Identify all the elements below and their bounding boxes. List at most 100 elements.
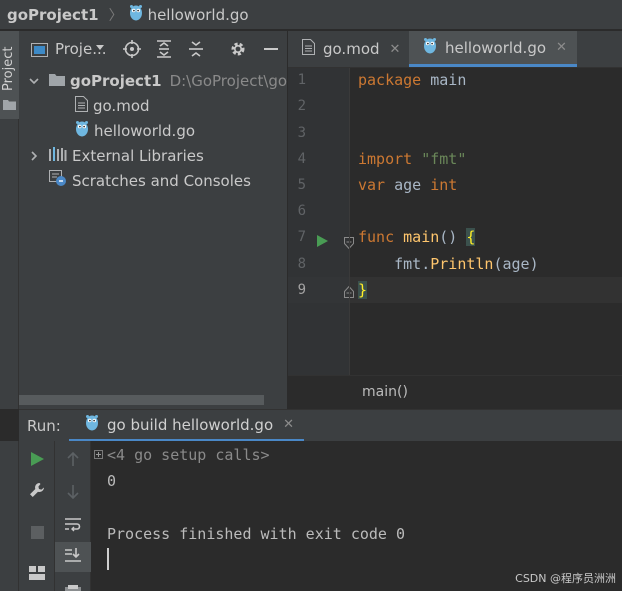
line-number: 3 <box>297 125 306 141</box>
hide-icon[interactable] <box>262 40 280 58</box>
scroll-to-end-button[interactable] <box>55 542 91 572</box>
run-gutter-icon[interactable] <box>317 232 328 251</box>
gopher-icon <box>75 120 89 141</box>
play-icon <box>30 451 44 470</box>
line-number: 5 <box>297 177 306 193</box>
tree-item-scratches[interactable]: Scratches and Consoles <box>49 168 251 193</box>
file-icon <box>302 39 315 59</box>
breadcrumb-project[interactable]: goProject1 <box>0 6 99 24</box>
package-ref: fmt <box>394 255 422 273</box>
dot: . <box>421 255 431 273</box>
line-number: 9 <box>297 282 306 298</box>
parens: () <box>439 228 467 246</box>
tree-item-go-mod[interactable]: go.mod <box>75 93 150 118</box>
editor-tab-bar: go.mod ✕ helloworld.go ✕ <box>288 31 622 68</box>
tree-item-external-libraries[interactable]: External Libraries <box>29 143 204 168</box>
line-number: 8 <box>297 256 306 272</box>
function-breadcrumb[interactable]: main() <box>362 384 408 400</box>
current-line-highlight <box>350 277 622 303</box>
breadcrumb-file[interactable]: helloworld.go <box>148 6 249 24</box>
arguments: (age) <box>493 255 539 273</box>
code-line-8[interactable]: fmt.Println(age) <box>358 255 539 273</box>
close-icon[interactable]: ✕ <box>556 40 567 55</box>
line-number-gutter <box>288 68 350 375</box>
chevron-down-icon[interactable] <box>29 72 41 90</box>
horizontal-scrollbar[interactable] <box>19 395 264 405</box>
function-name: main <box>403 228 440 246</box>
tab-go-mod[interactable]: go.mod ✕ <box>288 31 408 67</box>
tree-root-row[interactable]: goProject1 D:\GoProject\goP <box>29 68 296 93</box>
chevron-down-icon[interactable] <box>96 45 104 50</box>
scroll-down-button[interactable] <box>55 478 91 508</box>
keyword: import <box>358 150 413 168</box>
matched-brace: { <box>466 228 476 246</box>
gopher-icon <box>85 414 99 435</box>
gopher-icon <box>423 37 437 58</box>
run-toolbar-secondary <box>55 441 91 591</box>
code-line-1[interactable]: package main <box>358 71 466 89</box>
locate-icon[interactable] <box>123 40 141 58</box>
edit-configuration-button[interactable] <box>19 477 55 507</box>
file-icon <box>75 95 88 116</box>
console-line-exit: Process finished with exit code 0 <box>107 525 406 543</box>
expand-all-icon[interactable] <box>155 40 173 58</box>
chevron-right-icon: 〉 <box>108 7 123 24</box>
settings-icon[interactable] <box>229 40 247 58</box>
tree-item-label: go.mod <box>93 96 150 115</box>
arrow-down-icon <box>67 484 79 503</box>
scratches-icon <box>49 170 67 191</box>
layout-icon <box>29 565 45 584</box>
matched-brace: } <box>358 281 368 299</box>
line-number: 4 <box>297 151 306 167</box>
rerun-button[interactable] <box>19 445 55 475</box>
soft-wrap-icon <box>65 517 81 536</box>
print-button[interactable] <box>55 574 91 591</box>
tab-label: helloworld.go <box>445 38 547 57</box>
console-output[interactable]: <4 go setup calls> 0 Process finished wi… <box>91 441 622 591</box>
stop-button[interactable] <box>19 518 55 548</box>
function-call: Println <box>430 255 494 273</box>
editor: go.mod ✕ helloworld.go ✕ 1 2 3 4 5 6 7 8… <box>288 31 622 409</box>
run-config-tab[interactable]: go build helloworld.go ✕ <box>69 410 305 442</box>
line-number: 1 <box>297 72 306 88</box>
tree-item-helloworld[interactable]: helloworld.go <box>75 118 195 143</box>
library-icon <box>49 146 67 165</box>
line-number: 7 <box>297 229 306 245</box>
folder-icon <box>49 72 65 90</box>
layout-button[interactable] <box>19 559 55 589</box>
code-line-5[interactable]: var age int <box>358 176 457 194</box>
code-line-4[interactable]: import "fmt" <box>358 150 466 168</box>
close-icon[interactable]: ✕ <box>390 42 401 57</box>
run-tool-stripe <box>0 441 19 591</box>
code-line-7[interactable]: func main() { <box>358 228 476 246</box>
project-tool-button[interactable]: Project <box>0 31 19 119</box>
arrow-up-icon <box>67 451 79 470</box>
keyword: package <box>358 71 422 89</box>
code-line-9[interactable]: } <box>358 281 368 299</box>
console-line-output: 0 <box>107 472 117 490</box>
stop-icon <box>30 524 44 543</box>
scroll-up-button[interactable] <box>55 445 91 475</box>
line-number: 6 <box>297 203 306 219</box>
gutter-divider <box>349 68 350 375</box>
soft-wrap-button[interactable] <box>55 511 91 541</box>
gopher-icon <box>129 4 143 25</box>
folded-setup-calls[interactable]: <4 go setup calls> <box>107 446 270 464</box>
collapse-all-icon[interactable] <box>187 40 205 58</box>
close-icon[interactable]: ✕ <box>283 417 294 432</box>
line-number: 2 <box>297 98 306 114</box>
wrench-icon <box>29 482 45 502</box>
tab-helloworld[interactable]: helloworld.go ✕ <box>409 31 577 67</box>
project-view-icon <box>31 42 48 61</box>
scroll-to-end-icon <box>65 547 81 567</box>
watermark: CSDN @程序员洲洲 <box>515 572 616 585</box>
chevron-right-icon[interactable] <box>29 147 41 165</box>
project-tool-label: Project <box>1 46 16 91</box>
folder-icon <box>3 95 16 114</box>
tree-root-name: goProject1 <box>70 71 162 90</box>
tab-label: go.mod <box>323 40 380 58</box>
string-literal: "fmt" <box>421 150 467 168</box>
tree-root-path: D:\GoProject\goP <box>169 71 297 90</box>
tree-item-label: External Libraries <box>72 146 204 165</box>
expand-icon[interactable] <box>94 450 103 459</box>
